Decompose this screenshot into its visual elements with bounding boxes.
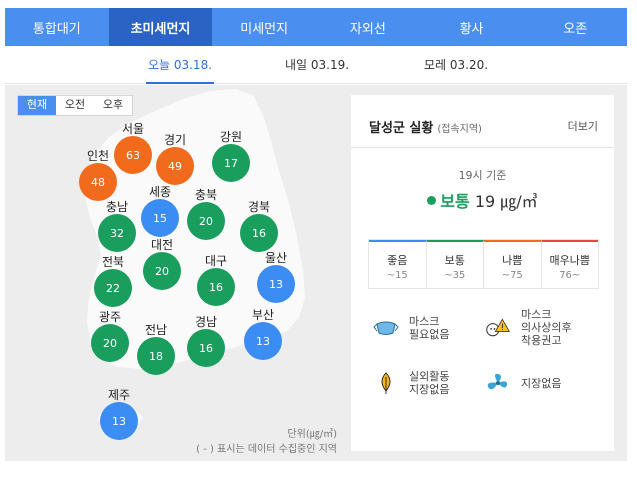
level-bad: 나쁨 ~75 (484, 240, 542, 288)
region-name: 인천 (86, 149, 110, 163)
time-basis: 19시 기준 (458, 169, 507, 182)
tab-fine-dust[interactable]: 미세먼지 (212, 8, 316, 46)
level-range: 76~ (559, 270, 581, 281)
level-good: 좋음 ~15 (369, 240, 427, 288)
region-chungbuk[interactable]: 충북 20 (176, 188, 236, 240)
region-value: 48 (79, 163, 117, 201)
region-name: 경기 (163, 133, 187, 147)
advice-mask: 마스크 필요없음 (373, 315, 449, 341)
region-gyeongnam[interactable]: 경남 16 (176, 315, 236, 367)
region-value: 18 (137, 337, 175, 375)
missing-data-note: ( - ) 표시는 데이터 수집중인 지역 (196, 444, 337, 455)
region-name: 대전 (150, 238, 174, 252)
level-range: ~15 (386, 270, 408, 281)
level-name: 나쁨 (502, 254, 523, 267)
region-jeju[interactable]: 제주 13 (89, 388, 149, 440)
date-tab-tomorrow[interactable]: 내일 03.19. (285, 46, 349, 84)
level-name: 좋음 (387, 254, 408, 267)
map-panel: 현재 오전 오후 서울 63 경기 49 강원 17 인천 48 세종 15 충… (5, 85, 627, 461)
region-value: 49 (156, 147, 194, 185)
advice-outdoor: 실외활동 지장없음 (373, 370, 449, 396)
level-normal: 보통 ~35 (426, 240, 484, 288)
date-tabs: 오늘 03.18. 내일 03.19. 모레 03.20. (5, 46, 627, 84)
region-name: 충남 (105, 200, 129, 214)
region-gyeongbuk[interactable]: 경북 16 (229, 200, 289, 252)
region-value: 22 (94, 269, 132, 307)
level-scale: 좋음 ~15 보통 ~35 나쁨 ~75 매우나쁨 76~ (368, 239, 599, 289)
tab-ozone[interactable]: 오존 (523, 8, 627, 46)
region-busan[interactable]: 부산 13 (233, 308, 293, 360)
region-name: 강원 (219, 130, 243, 144)
region-name: 경남 (194, 315, 218, 329)
region-value: 16 (197, 268, 235, 306)
leaf-icon (373, 370, 399, 396)
advice-ventilation-text: 지장없음 (521, 376, 562, 390)
current-status: 보통 19 ㎍/㎥ (351, 188, 614, 212)
fan-icon (485, 370, 511, 396)
time-morning-button[interactable]: 오전 (56, 96, 94, 115)
region-value: 16 (240, 214, 278, 252)
info-title: 달성군 실황 (접속지역) (369, 117, 482, 136)
time-now-button[interactable]: 현재 (18, 96, 56, 115)
region-value: 32 (98, 214, 136, 252)
region-name: 대구 (204, 254, 228, 268)
region-gangwon[interactable]: 강원 17 (201, 130, 261, 182)
unit-note: 단위(㎍/㎥) (287, 429, 337, 440)
advice-outdoor-text: 실외활동 지장없음 (409, 370, 450, 396)
tab-uv[interactable]: 자외선 (316, 8, 420, 46)
date-tab-day-after[interactable]: 모레 03.20. (424, 46, 488, 84)
tab-ultrafine-dust[interactable]: 초미세먼지 (108, 8, 213, 46)
mask-icon (373, 315, 399, 341)
region-value: 13 (244, 322, 282, 360)
info-panel: 달성군 실황 (접속지역) 더보기 19시 기준 보통 19 ㎍/㎥ 좋음 ~15… (351, 95, 614, 451)
level-range: ~75 (501, 270, 523, 281)
region-value: 17 (212, 144, 250, 182)
level-name: 매우나쁨 (549, 254, 590, 267)
region-value: 20 (187, 202, 225, 240)
time-toggle: 현재 오전 오후 (17, 95, 133, 116)
region-value: 16 (187, 329, 225, 367)
advice-ventilation: 지장없음 (485, 370, 561, 396)
location-subtitle: (접속지역) (437, 124, 482, 135)
region-name: 울산 (264, 251, 288, 265)
tab-yellow-dust[interactable]: 황사 (420, 8, 524, 46)
region-name: 부산 (251, 308, 275, 322)
region-name: 광주 (98, 310, 122, 324)
status-dot-icon (427, 196, 437, 205)
level-range: ~35 (444, 270, 466, 281)
region-name: 충북 (194, 188, 218, 202)
level-very-bad: 매우나쁨 76~ (541, 240, 598, 288)
divider (351, 147, 614, 148)
more-link[interactable]: 더보기 (568, 118, 598, 134)
region-incheon[interactable]: 인천 48 (68, 149, 128, 201)
date-tab-today[interactable]: 오늘 03.18. (146, 46, 214, 84)
advice-sensitive-text: 마스크 의사상의후 착용권고 (521, 308, 572, 347)
region-ulsan[interactable]: 울산 13 (246, 251, 306, 303)
tab-integrated-air[interactable]: 통합대기 (5, 8, 109, 46)
region-name: 전북 (101, 255, 125, 269)
location-title: 달성군 실황 (369, 121, 434, 136)
region-value: 13 (257, 265, 295, 303)
level-name: 보통 (444, 254, 465, 267)
time-afternoon-button[interactable]: 오후 (94, 96, 132, 115)
advice-sensitive: 마스크 의사상의후 착용권고 (485, 308, 572, 347)
advice-mask-text: 마스크 필요없음 (409, 315, 450, 341)
region-name: 경북 (247, 200, 271, 214)
sensitive-group-warning-icon (485, 315, 511, 341)
status-label: 보통 (440, 192, 470, 211)
category-tabs: 통합대기 초미세먼지 미세먼지 자외선 황사 오존 (5, 8, 627, 46)
region-jeonbuk[interactable]: 전북 22 (83, 255, 143, 307)
region-gyeonggi[interactable]: 경기 49 (145, 133, 205, 185)
region-value: 20 (91, 324, 129, 362)
region-value: 13 (100, 402, 138, 440)
status-value: 19 ㎍/㎥ (474, 192, 538, 211)
region-value: 20 (143, 252, 181, 290)
region-name: 제주 (107, 388, 131, 402)
region-daegu[interactable]: 대구 16 (186, 254, 246, 306)
